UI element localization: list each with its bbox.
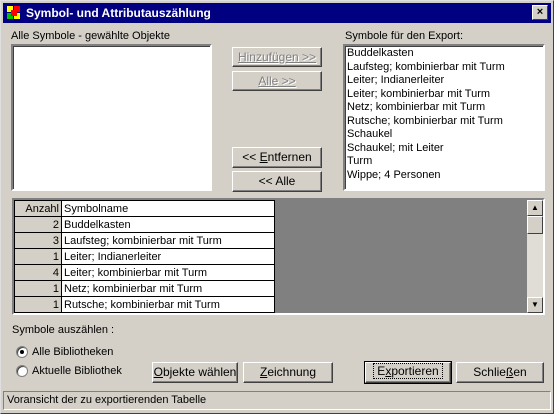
list-item[interactable]: Buddelkasten [345,47,543,61]
status-bar: Voransicht der zu exportierenden Tabelle [3,391,551,410]
list-item[interactable]: Rutsche; kombinierbar mit Turm [345,115,543,129]
preview-grid: Anzahl Symbolname 2 Buddelkasten 3 Laufs… [14,200,275,313]
count-cell: 4 [14,264,62,281]
remove-all-button[interactable]: << Alle [232,171,322,192]
drawing-rest: eichnung [267,365,317,379]
title-bar[interactable]: Symbol- und Attributauszählung × [3,3,551,23]
symbol-name-column-header: Symbolname [61,200,275,217]
table-row[interactable]: 3 Laufsteg; kombinierbar mit Turm [14,232,275,249]
count-options-label: Symbole auszählen : [12,324,115,336]
list-item[interactable]: Turm [345,155,543,169]
symbol-name-cell: Rutsche; kombinierbar mit Turm [61,296,275,313]
symbol-name-cell: Buddelkasten [61,216,275,233]
table-header-row: Anzahl Symbolname [14,200,275,217]
select-objects-key: O [153,365,163,379]
arrow-down-icon: ▼ [531,300,539,309]
export-button[interactable]: Exportieren [364,361,452,384]
symbol-name-cell: Netz; kombinierbar mit Turm [61,280,275,297]
export-preview-table[interactable]: Anzahl Symbolname 2 Buddelkasten 3 Laufs… [12,198,545,315]
drawing-button[interactable]: Zeichnung [243,362,333,383]
current-library-label[interactable]: Aktuelle Bibliothek [32,365,122,377]
remove-button[interactable]: << Entfernen [232,147,322,168]
close-pre: Schlie [473,365,506,379]
count-cell: 1 [14,296,62,313]
export-symbols-label: Symbole für den Export: [345,30,464,42]
count-cell: 3 [14,232,62,249]
close-rest: en [513,365,527,379]
list-item[interactable]: Wippe; 4 Personen [345,169,543,183]
list-item[interactable]: Laufsteg; kombinierbar mit Turm [345,61,543,75]
radio-selected-dot [20,350,24,354]
close-icon: × [536,6,544,18]
table-row[interactable]: 4 Leiter; kombinierbar mit Turm [14,264,275,281]
table-scrollbar[interactable]: ▲ ▼ [527,200,543,313]
symbol-name-cell: Leiter; Indianerleiter [61,248,275,265]
export-rest: portieren [391,364,439,378]
add-button-label: Hinzufügen >> [237,50,317,64]
add-button[interactable]: Hinzufügen >> [232,47,322,67]
app-icon [6,5,22,21]
all-libraries-label[interactable]: Alle Bibliotheken [32,346,113,358]
remove-key: E [259,150,268,164]
select-objects-button[interactable]: Objekte wählen [152,362,238,383]
list-item[interactable]: Netz; kombinierbar mit Turm [345,101,543,115]
scroll-up-button[interactable]: ▲ [527,200,543,216]
table-row[interactable]: 1 Rutsche; kombinierbar mit Turm [14,296,275,313]
scroll-down-button[interactable]: ▼ [527,297,543,313]
count-cell: 1 [14,248,62,265]
main-window: Symbol- und Attributauszählung × Alle Sy… [0,0,554,414]
remove-rest: ntfernen [267,150,312,164]
symbol-name-cell: Laufsteg; kombinierbar mit Turm [61,232,275,249]
table-row[interactable]: 2 Buddelkasten [14,216,275,233]
count-column-header: Anzahl [14,200,62,217]
export-focus-frame: Exportieren [373,363,443,379]
remove-prefix: << [242,150,260,164]
list-item[interactable]: Schaukel; mit Leiter [345,142,543,156]
table-row[interactable]: 1 Netz; kombinierbar mit Turm [14,280,275,297]
count-cell: 2 [14,216,62,233]
list-item[interactable]: Leiter; Indianerleiter [345,74,543,88]
status-text: Voransicht der zu exportierenden Tabelle [7,394,207,406]
scroll-thumb[interactable] [527,216,543,234]
select-objects-rest: bjekte wählen [162,365,237,379]
current-library-radio[interactable] [16,365,28,377]
window-title: Symbol- und Attributauszählung [26,6,211,20]
add-all-button-label: Alle >> [258,74,296,88]
arrow-up-icon: ▲ [531,203,539,212]
all-symbols-label: Alle Symbole - gewählte Objekte [11,30,170,42]
list-item[interactable]: Schaukel [345,128,543,142]
remove-all-button-label: << Alle [258,174,296,188]
all-symbols-list[interactable] [11,44,212,191]
count-cell: 1 [14,280,62,297]
close-window-button[interactable]: × [532,5,548,20]
close-button[interactable]: Schließen [456,362,544,383]
table-row[interactable]: 1 Leiter; Indianerleiter [14,248,275,265]
export-symbols-list[interactable]: Buddelkasten Laufsteg; kombinierbar mit … [343,44,545,191]
list-item[interactable]: Leiter; kombinierbar mit Turm [345,88,543,102]
symbol-name-cell: Leiter; kombinierbar mit Turm [61,264,275,281]
add-all-button[interactable]: Alle >> [232,71,322,91]
all-libraries-radio[interactable] [16,346,28,358]
